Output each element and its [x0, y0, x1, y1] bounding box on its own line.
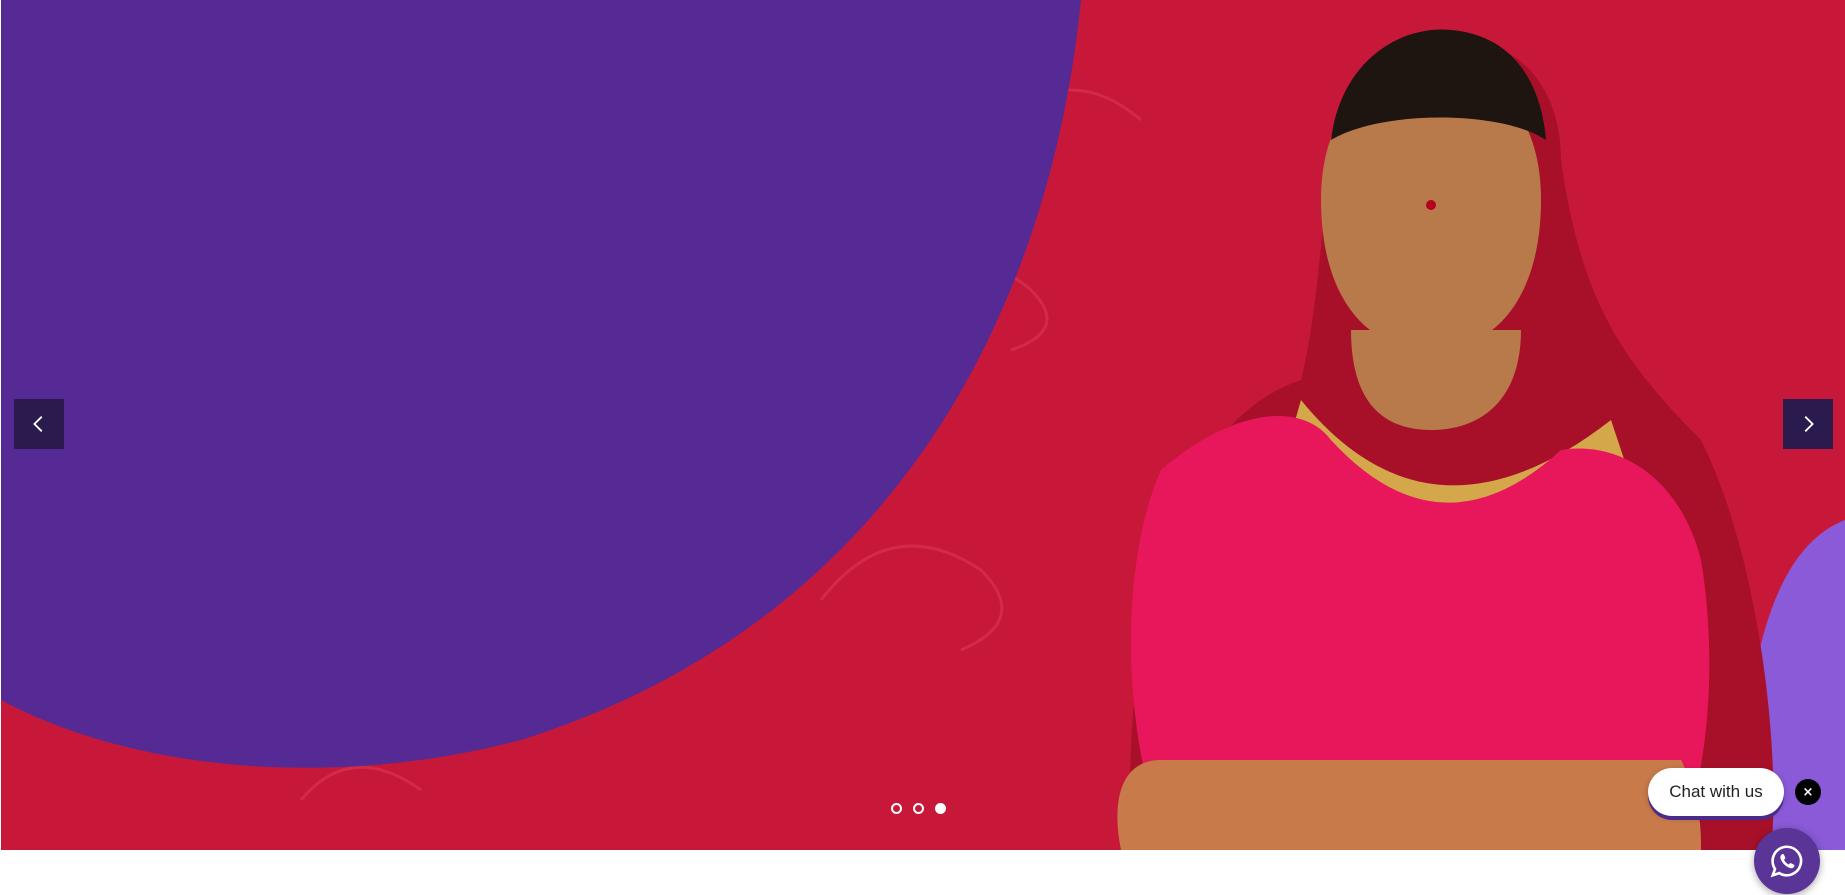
chevron-right-icon — [1804, 416, 1814, 432]
carousel-dot-3[interactable] — [935, 803, 946, 814]
carousel-dot-2[interactable] — [913, 803, 924, 814]
hero-slide-image — [1, 0, 1845, 850]
chevron-left-icon — [33, 416, 43, 432]
carousel-pagination — [891, 803, 946, 814]
whatsapp-button[interactable] — [1754, 828, 1820, 894]
chat-with-us-button[interactable]: Chat with us — [1648, 768, 1784, 816]
carousel-next-button[interactable] — [1783, 399, 1833, 449]
hero-carousel — [1, 0, 1845, 850]
whatsapp-icon — [1770, 845, 1803, 878]
chat-label: Chat with us — [1669, 782, 1763, 801]
chat-close-button[interactable]: × — [1795, 779, 1821, 805]
close-icon: × — [1802, 784, 1814, 800]
carousel-prev-button[interactable] — [14, 399, 64, 449]
carousel-dot-1[interactable] — [891, 803, 902, 814]
